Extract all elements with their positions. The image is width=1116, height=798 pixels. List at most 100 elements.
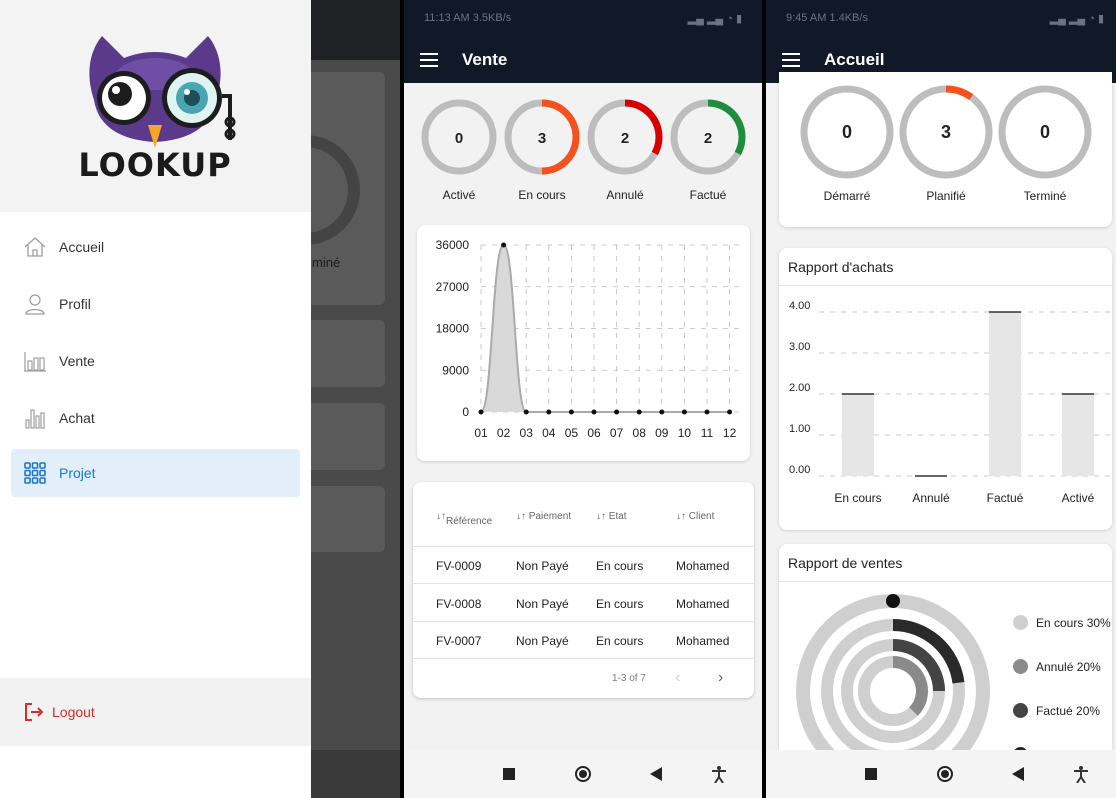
back-icon[interactable] (1008, 764, 1028, 784)
legend-swatch (1013, 615, 1028, 630)
bar (842, 394, 874, 476)
table-cell: FV-0009 (436, 559, 482, 573)
ring-value: 3 (538, 130, 546, 147)
system-navbar (404, 750, 762, 798)
owl-logo-icon (89, 36, 236, 148)
network-speed: 3.5KB/s (472, 12, 512, 24)
data-point (523, 409, 529, 415)
table-cell: Mohamed (676, 634, 730, 648)
accessibility-icon[interactable] (709, 764, 729, 784)
table-cell: Non Payé (516, 634, 569, 648)
menu-item-vente[interactable]: Vente (11, 337, 300, 385)
signal-battery-icon: ▂▄ ▂▄ ◔ ▮ (687, 12, 742, 25)
menu-icon[interactable] (420, 52, 438, 67)
row-divider (413, 620, 754, 622)
ring-value: 0 (842, 122, 852, 142)
menu-item-label: Profil (59, 296, 91, 312)
menu-item-profil[interactable]: Profil (11, 280, 300, 328)
y-tick-label: 2.00 (789, 382, 810, 394)
ring-value: 0 (455, 130, 463, 147)
divider (779, 581, 1112, 582)
column-header-paiement[interactable]: ↓↑ Paiement (516, 511, 571, 522)
y-tick-label: 0.00 (789, 464, 810, 476)
app-bar: Vente (404, 36, 762, 83)
data-point (546, 409, 552, 415)
data-point (501, 242, 507, 248)
status-time: 9:45 AM (786, 12, 827, 24)
y-tick-label: 4.00 (789, 300, 810, 312)
sales-chart-svg: 0 9000 18000 27000 36000 01 02 03 04 05 06 07 08 09 10… (436, 238, 742, 440)
sales-chart-icon (11, 350, 59, 372)
radial-bar (892, 656, 928, 716)
table-cell: Non Payé (516, 559, 569, 573)
home-button-icon[interactable] (935, 764, 955, 784)
column-header-reference[interactable]: ↓↑Référence (436, 511, 492, 527)
x-tick-label: 03 (520, 426, 534, 440)
data-point (659, 409, 665, 415)
menu-item-label: Accueil (59, 239, 105, 255)
ring-value: 2 (704, 130, 712, 147)
ring-value: 2 (621, 130, 629, 147)
home-button-icon[interactable] (573, 764, 593, 784)
legend-label: Factué 20% (1036, 704, 1101, 718)
pagination-text: 1-3 of 7 (612, 673, 646, 684)
data-point (568, 409, 574, 415)
achats-bar-chart: 0.00 1.00 2.00 3.00 4.00 En cours Annulé Factué… (789, 300, 1112, 505)
card-title: Rapport de ventes (788, 555, 903, 571)
bar (1062, 394, 1094, 476)
ring-progress (707, 99, 746, 156)
column-header-etat[interactable]: ↓↑ Etat (596, 511, 627, 522)
user-icon (11, 292, 59, 316)
background-card (311, 486, 385, 552)
y-tick-label: 0 (462, 405, 469, 419)
next-page-icon[interactable]: › (718, 669, 723, 687)
back-icon[interactable] (646, 764, 666, 784)
menu-item-label: Achat (59, 410, 95, 426)
x-tick-label: 07 (610, 426, 624, 440)
table-cell: Non Payé (516, 596, 569, 611)
background-ring-label: miné (312, 255, 341, 270)
prev-page-icon[interactable]: ‹ (675, 669, 680, 687)
status-ring: 2 (670, 99, 746, 175)
column-header-client[interactable]: ↓↑ Client (676, 511, 714, 522)
x-tick-label: En cours (834, 491, 881, 505)
y-tick-label: 36000 (436, 238, 470, 252)
menu-item-accueil[interactable]: Accueil (11, 223, 300, 271)
x-tick-label: 01 (474, 426, 488, 440)
table-cell: Mohamed (676, 596, 730, 611)
logout-button[interactable]: Logout (0, 678, 311, 746)
menu-item-achat[interactable]: Achat (11, 394, 300, 442)
table-cell: FV-0008 (436, 596, 482, 611)
data-point (591, 409, 597, 415)
menu-item-label: Projet (59, 465, 96, 481)
data-point (681, 409, 687, 415)
background-card (311, 403, 385, 470)
table-cell: En cours (596, 559, 644, 573)
status-ring: 2 (587, 99, 663, 175)
purchase-chart-icon (11, 406, 59, 430)
menu-icon[interactable] (782, 52, 800, 67)
radial-marker (886, 594, 900, 608)
status-bar: 9:45 AM 1.4KB/s ▂▄ ▂▄ ◔ ▮ (766, 0, 1116, 36)
ring-value: 3 (941, 122, 951, 142)
y-tick-label: 18000 (436, 322, 470, 336)
status-ring: 0 (800, 85, 894, 179)
recent-apps-icon[interactable] (861, 764, 881, 784)
accessibility-icon[interactable] (1071, 764, 1091, 784)
table-cell: En cours (596, 596, 644, 611)
y-tick-label: 27000 (436, 280, 470, 294)
table-cell: FV-0007 (436, 634, 482, 648)
x-tick-label: 02 (497, 426, 511, 440)
legend-swatch (1013, 703, 1028, 718)
vente-screen: 11:13 AM 3.5KB/s ▂▄ ▂▄ ◔ ▮ Vente 0 Activé… (404, 0, 762, 798)
recent-apps-icon[interactable] (499, 764, 519, 784)
x-tick-label: 08 (633, 426, 647, 440)
ring-label: Factué (689, 188, 727, 202)
background-appbar (311, 0, 400, 60)
x-tick-label: 09 (655, 426, 669, 440)
data-point (478, 409, 484, 415)
x-tick-label: 06 (587, 426, 601, 440)
navigation-drawer: LOOKUP Accueil Profil Vente Achat Projet… (0, 0, 311, 798)
ring-progress (945, 85, 974, 101)
menu-item-projet[interactable]: Projet (11, 449, 300, 497)
